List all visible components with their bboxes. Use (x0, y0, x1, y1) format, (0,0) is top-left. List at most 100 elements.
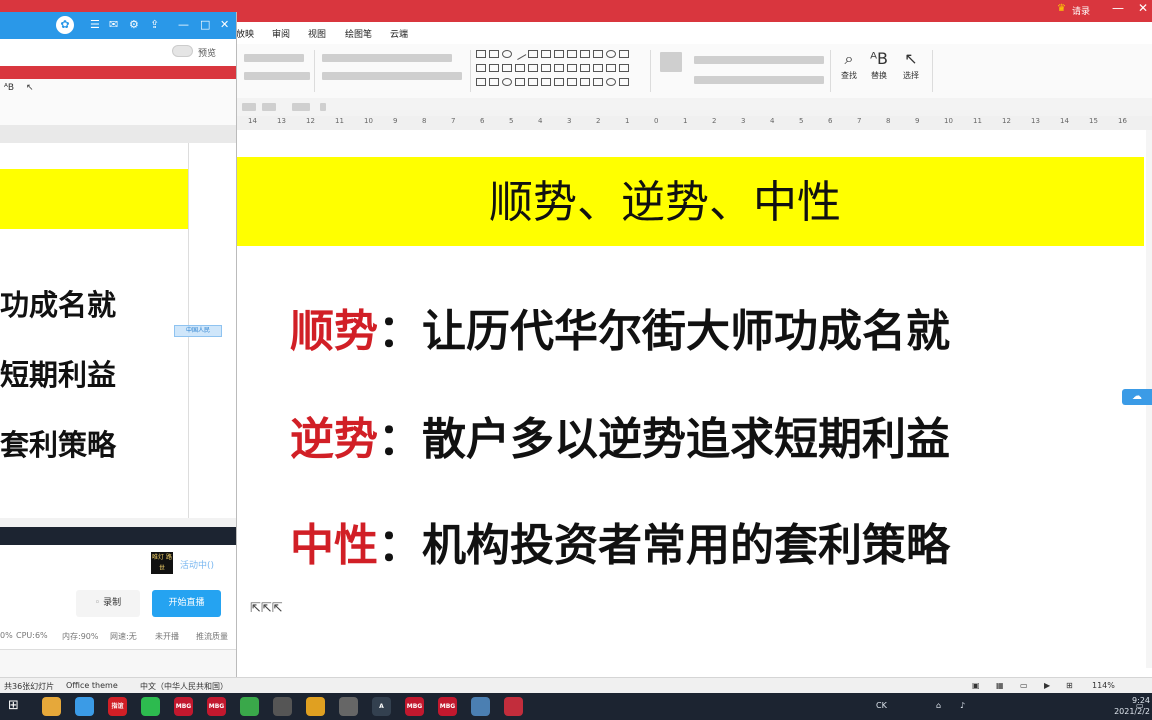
minimize-icon[interactable]: — (1112, 1, 1124, 15)
ribbon-separator (650, 50, 651, 92)
font-group-disabled (244, 54, 304, 62)
live-tool-titlebar: ✿ ☰ ✉ ⚙ ⇪ — □ ✕ (0, 12, 236, 39)
crown-icon: ♛ (1057, 3, 1066, 14)
tab-review[interactable]: 审阅 (272, 27, 290, 40)
mbg-icon-3[interactable]: MBG (405, 697, 424, 716)
tab-view[interactable]: 视图 (308, 27, 326, 40)
replace-button[interactable]: ᴬB 替换 (866, 48, 892, 81)
ruler-tick: 0 (654, 117, 659, 125)
windows-start-icon[interactable]: ⊞ (8, 698, 19, 713)
ruler-tick: 4 (770, 117, 775, 125)
preview-line-2: 短期利益 (0, 358, 117, 392)
cursor-icon: ↖ (904, 49, 918, 68)
slide-line-counter-trend[interactable]: 逆势：散户多以逆势追求短期利益 (290, 410, 950, 470)
network-icon[interactable]: ⌂ (936, 701, 941, 710)
volume-icon[interactable]: ♪ (960, 701, 965, 710)
line-text: ：机构投资者常用的套利策略 (378, 520, 950, 571)
shapes-gallery[interactable] (476, 48, 646, 92)
settings-icon[interactable]: ⚙ (129, 18, 139, 31)
clock-time: 9:24 (1132, 696, 1150, 705)
start-live-button[interactable]: 开始直播 (152, 590, 221, 617)
green-app-icon[interactable] (240, 697, 259, 716)
stat-live-status: 未开播 (155, 632, 179, 641)
ruler-tick: 1 (625, 117, 630, 125)
record-app-icon[interactable] (339, 697, 358, 716)
ruler-tick: 12 (1002, 117, 1011, 125)
stat-memory: 内存:90% (62, 632, 99, 641)
record-button[interactable]: ◦ 录制 (76, 590, 140, 617)
mail-icon[interactable]: ✉ (109, 18, 118, 31)
ruler-tick: 13 (1031, 117, 1040, 125)
tab-slideshow[interactable]: 放映 (236, 27, 254, 40)
preview-gray-panel (0, 125, 236, 143)
select-button[interactable]: ↖ 选择 (898, 48, 924, 81)
ruler-tick: 3 (741, 117, 746, 125)
ime-indicator[interactable]: CK (876, 701, 887, 710)
find-button[interactable]: ⌕ 查找 (836, 48, 862, 81)
circle-app-icon[interactable] (273, 697, 292, 716)
minimize-icon[interactable]: — (178, 18, 189, 31)
theme-name: Office theme (66, 681, 118, 690)
triangle-app-icon[interactable] (306, 697, 325, 716)
cloud-side-badge[interactable]: ☁ (1122, 389, 1152, 405)
ruler-tick: 12 (306, 117, 315, 125)
record-dot-icon: ◦ (94, 598, 101, 608)
a-app-icon[interactable]: A (372, 697, 391, 716)
ruler-tick: 3 (567, 117, 572, 125)
preview-statusbar (0, 518, 236, 527)
view-reading-icon[interactable]: ▭ (1020, 681, 1028, 690)
ruler-tick: 10 (944, 117, 953, 125)
ruler-tick: 2 (712, 117, 717, 125)
zoom-level[interactable]: 114% (1092, 681, 1115, 690)
tab-drawing-pen[interactable]: 绘图笔 (345, 27, 372, 40)
maximize-icon[interactable]: □ (200, 18, 210, 31)
slide-line-trend[interactable]: 顺势：让历代华尔街大师功成名就 (290, 302, 950, 362)
slide-line-neutral[interactable]: 中性：机构投资者常用的套利策略 (290, 516, 950, 576)
view-normal-icon[interactable]: ▣ (972, 681, 980, 690)
keyword-counter-trend: 逆势 (290, 414, 378, 465)
app-logo-icon: ✿ (56, 16, 74, 34)
quick-tool-2[interactable] (262, 103, 276, 111)
close-icon[interactable]: ✕ (220, 18, 229, 31)
preview-toggle[interactable] (172, 45, 193, 57)
clock-date: 2021/2/2 (1114, 707, 1150, 716)
shape-fill-disabled (694, 76, 824, 84)
quick-tool-3[interactable] (292, 103, 310, 111)
ruler-tick: 11 (973, 117, 982, 125)
stat-network: 网速:无 (110, 632, 137, 641)
preview-title-band (0, 169, 188, 229)
mbg-icon-2[interactable]: MBG (207, 697, 226, 716)
huomao-icon[interactable]: 指谊 (108, 697, 127, 716)
ribbon-separator (830, 50, 831, 92)
quick-tool-4[interactable] (320, 103, 326, 111)
mbg-icon-4[interactable]: MBG (438, 697, 457, 716)
menu-icon[interactable]: ☰ (90, 18, 100, 31)
ruler-tick: 7 (857, 117, 862, 125)
wechat-icon[interactable] (141, 697, 160, 716)
language[interactable]: 中文（中华人民共和国） (140, 681, 228, 692)
tab-cloud[interactable]: 云端 (390, 27, 408, 40)
mbg-icon-1[interactable]: MBG (174, 697, 193, 716)
view-sorter-icon[interactable]: ▦ (996, 681, 1004, 690)
ruler-tick: 13 (277, 117, 286, 125)
qq-icon[interactable] (75, 697, 94, 716)
ruler-tick: 2 (596, 117, 601, 125)
share-icon[interactable]: ⇪ (150, 18, 159, 31)
ribbon-separator (314, 50, 315, 92)
red-app-icon[interactable] (504, 697, 523, 716)
view-slideshow-icon[interactable]: ▶ (1044, 681, 1050, 690)
pen-app-icon[interactable] (471, 697, 490, 716)
close-icon[interactable]: ✕ (1138, 1, 1148, 15)
preview-select-icon: ↖ (26, 83, 34, 93)
keyword-trend: 顺势 (290, 306, 378, 357)
ruler-tick: 1 (683, 117, 688, 125)
activity-status[interactable]: 活动中() (180, 558, 214, 571)
slide-title[interactable]: 顺势、逆势、中性 (236, 175, 1094, 231)
file-explorer-icon[interactable] (42, 697, 61, 716)
zoom-slider-icon[interactable]: ⊞ (1066, 681, 1073, 690)
shape-style-disabled (694, 56, 824, 64)
quick-tool-1[interactable] (242, 103, 256, 111)
quick-access-toolbar (236, 98, 1152, 117)
system-clock[interactable]: 9:24 2021/2/2 (1112, 695, 1150, 717)
user-name[interactable]: 请录 (1072, 4, 1090, 17)
